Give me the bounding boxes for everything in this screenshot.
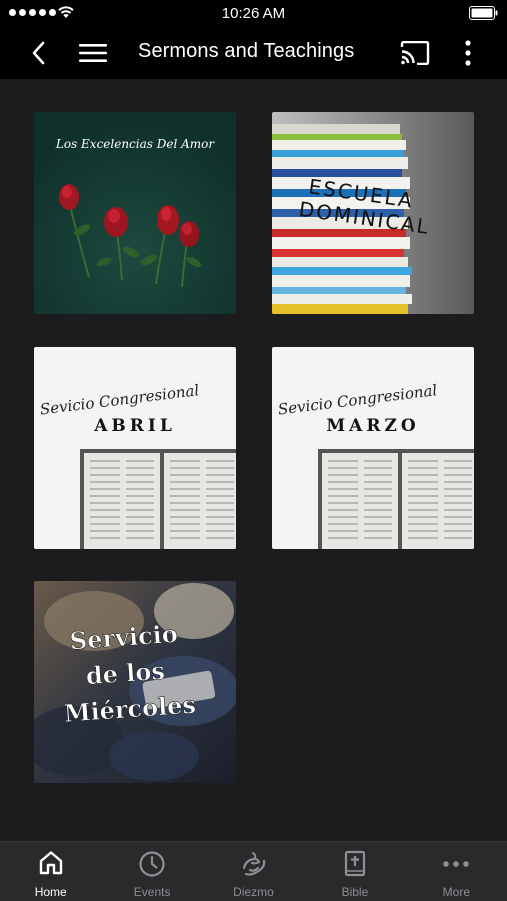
sermon-tile-miercoles[interactable]: Servicio de los Miércoles [34,581,236,783]
tab-label: More [442,885,470,899]
tab-label: Events [133,885,171,899]
tab-label: Diezmo [233,885,274,899]
bible-thumbnail-abril: Sevicio Congresional ABRIL [34,347,236,549]
cast-icon [400,40,430,65]
more-vertical-icon [465,39,471,66]
tab-more[interactable]: More [406,842,507,901]
bible-icon [344,850,366,877]
home-icon [39,851,62,875]
status-bar: 10:26 AM [0,0,507,26]
tab-bible[interactable]: Bible [304,842,405,901]
bottom-tab-bar: Home Events Diezmo Bible More [0,841,507,901]
tab-events[interactable]: Events [101,842,202,901]
chevron-left-icon [32,41,45,64]
clock-icon [139,851,165,877]
bible-thumbnail-marzo: Sevicio Congresional MARZO [272,347,474,549]
hamburger-menu-icon [79,43,107,62]
sermon-tile-marzo[interactable]: Sevicio Congresional MARZO [272,347,474,549]
tab-diezmo[interactable]: Diezmo [203,842,304,901]
tab-home[interactable]: Home [0,842,101,901]
tithe-icon [242,852,265,876]
tile-subtitle: ABRIL [93,416,176,436]
sermon-tile-excelencias[interactable]: Los Excelencias Del Amor [34,112,236,314]
open-bible-image [318,449,474,549]
status-time: 10:26 AM [221,5,286,22]
open-bible-image [80,449,236,549]
roses-thumbnail: Los Excelencias Del Amor [34,112,236,314]
cast-button[interactable] [398,26,432,79]
menu-button[interactable] [76,26,110,79]
tile-title: Los Excelencias Del Amor [55,137,216,151]
tab-label: Home [34,885,67,899]
books-thumbnail: ESCUELA DOMINICAL [272,112,474,314]
back-button[interactable] [24,26,52,79]
page-title: Sermons and Teachings [138,40,355,62]
tab-label: Bible [341,885,369,899]
nav-bar: Sermons and Teachings [0,26,507,79]
sermon-tile-escuela-dominical[interactable]: ESCUELA DOMINICAL [272,112,474,314]
tile-title-line2: de los [85,656,166,690]
battery-icon [469,6,498,20]
more-dots-icon [443,861,470,867]
wednesday-service-thumbnail: Servicio de los Miércoles [34,581,236,783]
overflow-menu-button[interactable] [458,26,478,79]
sermon-tile-abril[interactable]: Sevicio Congresional ABRIL [34,347,236,549]
tile-subtitle: MARZO [326,416,419,436]
